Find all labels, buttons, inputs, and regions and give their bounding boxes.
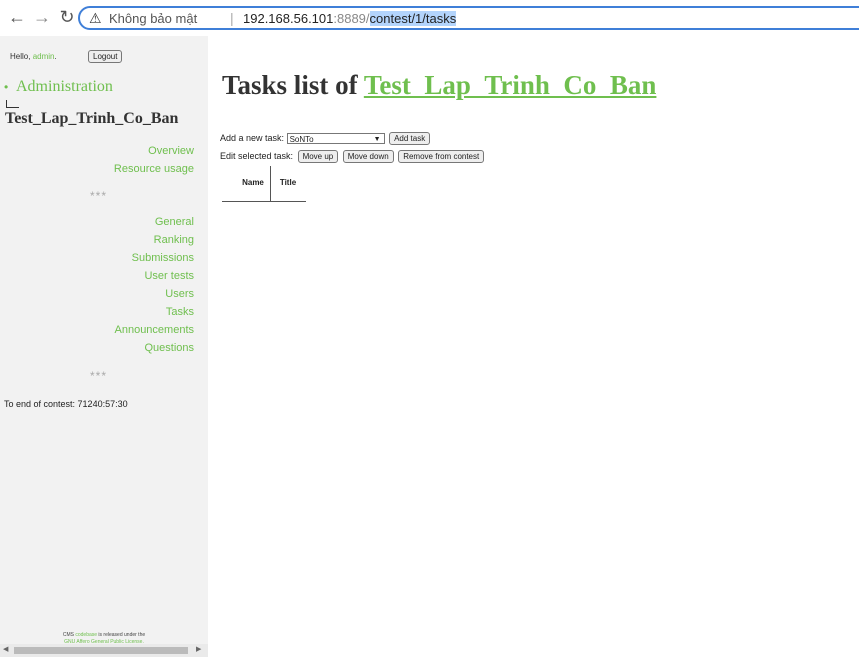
table-header-name[interactable]: Name [236, 166, 270, 200]
separator-stars-2: *** [90, 369, 108, 383]
security-label[interactable]: Không bảo mật [109, 11, 197, 26]
browser-toolbar: ← → ↻ ⚠ Không bảo mật | 192.168.56.101:8… [0, 0, 859, 36]
warning-icon[interactable]: ⚠ [89, 10, 102, 27]
reload-icon[interactable]: ↻ [56, 6, 78, 28]
footer-text-1: CMS [62, 632, 76, 638]
logout-button[interactable]: Logout [88, 50, 123, 63]
sidebar-item-users[interactable]: Users [165, 288, 194, 300]
hello-text: Hello, admin. [10, 52, 57, 61]
back-arrow-icon[interactable]: ← [6, 6, 28, 28]
move-down-button[interactable]: Move down [342, 150, 394, 163]
chevron-down-icon: ▼ [373, 136, 381, 143]
sidebar-item-ranking[interactable]: Ranking [154, 234, 194, 246]
table-header-underline [222, 201, 306, 202]
sidebar-item-tasks[interactable]: Tasks [166, 306, 194, 318]
address-bar[interactable]: ⚠ Không bảo mật | 192.168.56.101:8889/co… [78, 6, 859, 30]
sidebar-item-overview[interactable]: Overview [148, 145, 194, 157]
sidebar-item-submissions[interactable]: Submissions [132, 252, 194, 264]
sidebar-item-general[interactable]: General [155, 216, 194, 228]
add-task-row: Add a new task: SoNTo ▼ Add task [220, 132, 431, 145]
table-header-title[interactable]: Title [274, 166, 302, 200]
bullet-icon: • [4, 80, 9, 94]
edit-task-row: Edit selected task: Move up Move down Re… [220, 150, 485, 163]
move-up-button[interactable]: Move up [297, 150, 339, 163]
sidebar-item-resource-usage[interactable]: Resource usage [114, 163, 194, 175]
horizontal-scrollbar[interactable]: ◀ ▶ [0, 644, 208, 657]
table-divider [270, 166, 271, 202]
task-select[interactable]: SoNTo ▼ [286, 133, 385, 144]
url-path-selected: contest/1/tasks [369, 11, 457, 26]
page-title: Tasks list of Test_Lap_Trinh_Co_Ban [222, 70, 656, 101]
footer-codebase-link[interactable]: codebase [75, 632, 97, 638]
url-host: 192.168.56.101 [243, 11, 334, 26]
hello-prefix: Hello, [10, 52, 33, 61]
sidebar-item-questions[interactable]: Questions [144, 342, 194, 354]
hello-user-link[interactable]: admin [33, 52, 55, 61]
scrollbar-thumb[interactable] [14, 647, 188, 654]
contest-name: Test_Lap_Trinh_Co_Ban [5, 110, 179, 127]
sidebar: Hello, admin. Logout • Administration Te… [0, 36, 208, 657]
remove-from-contest-button[interactable]: Remove from contest [398, 150, 485, 163]
scroll-left-icon[interactable]: ◀ [3, 645, 8, 653]
edit-task-label: Edit selected task: [220, 150, 294, 161]
task-select-value: SoNTo [289, 135, 314, 144]
sidebar-item-user-tests[interactable]: User tests [144, 270, 194, 282]
url-text[interactable]: 192.168.56.101:8889/contest/1/tasks [243, 11, 457, 26]
contest-countdown: To end of contest: 71240:57:30 [4, 399, 128, 409]
url-port: :8889/ [333, 11, 370, 26]
contest-title-link[interactable]: Test_Lap_Trinh_Co_Ban [364, 70, 657, 100]
tree-connector [6, 100, 19, 108]
title-prefix: Tasks list of [222, 70, 364, 100]
sidebar-item-announcements[interactable]: Announcements [115, 324, 195, 336]
separator-stars: *** [90, 189, 108, 203]
hello-suffix: . [54, 52, 57, 61]
scroll-right-icon[interactable]: ▶ [196, 645, 201, 653]
address-separator: | [230, 10, 234, 26]
forward-arrow-icon[interactable]: → [31, 6, 53, 28]
administration-link[interactable]: Administration [16, 78, 113, 96]
add-task-label: Add a new task: [220, 132, 285, 143]
add-task-button[interactable]: Add task [389, 132, 431, 145]
footer-text-2: is released under the [97, 632, 146, 638]
